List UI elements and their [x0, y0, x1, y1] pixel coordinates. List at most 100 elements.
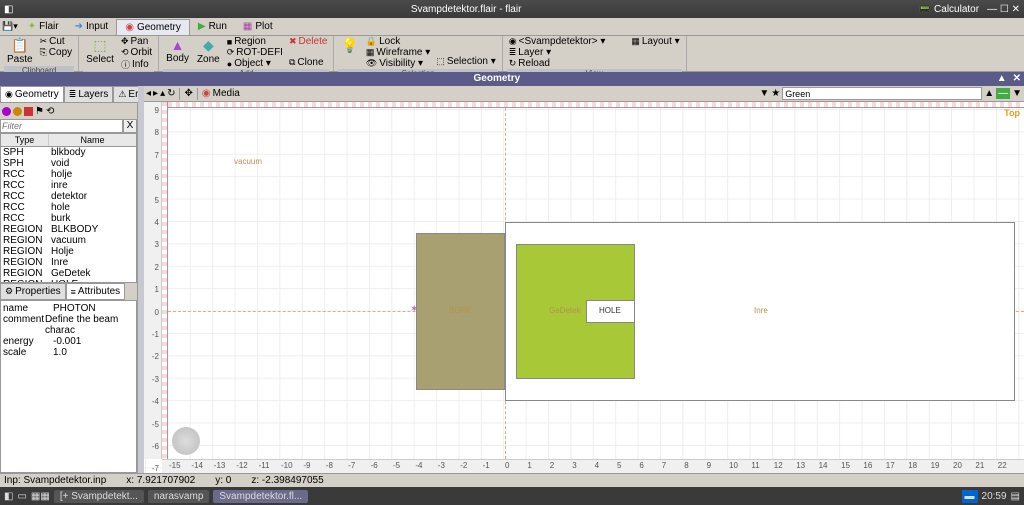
layer-button[interactable]: ≣ Layer ▾ [507, 47, 608, 58]
tray-flag-icon[interactable]: ▬ [962, 490, 978, 503]
color-menu-icon[interactable]: — [996, 88, 1010, 99]
zone-button[interactable]: ◆Zone [194, 36, 223, 66]
minimize-button[interactable]: — [987, 4, 997, 15]
list-row[interactable]: REGIONHolje [1, 246, 136, 257]
info-button[interactable]: ⓘ Info [119, 58, 154, 71]
list-row[interactable]: REGIONInre [1, 257, 136, 268]
filter-clear-button[interactable]: X [123, 119, 137, 133]
status-y: y: 0 [215, 475, 231, 486]
flag-icon[interactable]: ⚑ [35, 106, 44, 117]
view-dropdown[interactable]: ◉ <Svampdetektor> ▾ [507, 36, 608, 47]
body-button[interactable]: ▲Body [163, 36, 192, 65]
geometry-viewport[interactable]: 9876543210-1-2-3-4-5-6-7-8 -15-14-13-12-… [144, 102, 1024, 473]
tab-input[interactable]: ➜Input [67, 19, 117, 34]
lock-button[interactable]: 🔒 Lock [364, 36, 432, 47]
list-row[interactable]: REGIONvacuum [1, 235, 136, 246]
reload-button[interactable]: ↻ Reload [507, 58, 608, 69]
list-row[interactable]: RCCholje [1, 169, 136, 180]
list-row[interactable]: RCCinre [1, 180, 136, 191]
window-title: Svampdetektor.flair - flair [411, 4, 522, 15]
tab-run[interactable]: ▶Run [190, 19, 235, 34]
status-z: z: -2.398497055 [251, 475, 323, 486]
task-1[interactable]: [+ Svampdetekt... [54, 490, 144, 503]
main-tab-bar: 💾▾ ✦Flair ➜Input ◉Geometry ▶Run ▦Plot [0, 18, 1024, 36]
task-2[interactable]: narasvamp [148, 490, 209, 503]
save-icon[interactable]: 💾▾ [0, 21, 20, 32]
property-row[interactable]: commentDefine the beam charac [3, 314, 134, 336]
move-icon[interactable]: ✥ [184, 88, 192, 99]
shape-cone-icon[interactable] [2, 107, 11, 116]
selection-dropdown[interactable]: ⬚ Selection ▾ [434, 56, 497, 67]
label-burk: BURK [449, 306, 471, 315]
pan-button[interactable]: ✥ Pan [119, 36, 154, 47]
media-icon[interactable]: ◉ [202, 88, 211, 99]
visibility-button[interactable]: 👁 Visibility ▾ [364, 58, 432, 69]
panel-close-icon[interactable]: ✕ [1010, 72, 1024, 86]
list-row[interactable]: SPHblkbody [1, 147, 136, 158]
tray-menu-icon[interactable]: ▤ [1011, 491, 1020, 502]
tab-flair[interactable]: ✦Flair [20, 19, 67, 34]
left-panel: ◉ Geometry ≣ Layers ⚠ Errors ⚑ ⟲ X Type … [0, 86, 138, 473]
clock: 20:59 [982, 491, 1007, 502]
sidebar-tab-geometry[interactable]: ◉ Geometry [0, 86, 64, 103]
app-menu-icon[interactable]: ◧ [4, 4, 13, 15]
object-button[interactable]: ● Object ▾ [225, 58, 285, 69]
filter-input[interactable] [0, 119, 123, 133]
list-row[interactable]: SPHvoid [1, 158, 136, 169]
property-row[interactable]: scale1.0 [3, 347, 134, 358]
shape-toolbar: ⚑ ⟲ [0, 103, 137, 119]
label-hole: HOLE [599, 306, 621, 315]
wireframe-button[interactable]: ▦ Wireframe ▾ [364, 47, 432, 58]
geometry-panel-title: Geometry ▲ ✕ [0, 72, 1024, 86]
object-list[interactable]: SPHblkbodySPHvoidRCCholjeRCCinreRCCdetek… [0, 147, 137, 283]
os-taskbar: ◧ ▭ ▦▦ [+ Svampdetekt... narasvamp Svamp… [0, 487, 1024, 505]
nav-fwd-icon[interactable]: ▸ [153, 88, 158, 99]
clone-button[interactable]: ⧉ Clone [287, 57, 329, 68]
workspace-switcher[interactable]: ▦▦ [31, 491, 50, 502]
show-desktop-button[interactable]: ▭ [17, 491, 26, 502]
task-3[interactable]: Svampdetektor.fl... [213, 490, 308, 503]
sidebar-tab-layers[interactable]: ≣ Layers [64, 86, 114, 103]
paste-button[interactable]: 📋Paste [4, 36, 36, 66]
region-button[interactable]: ■ Region [225, 36, 285, 47]
copy-button[interactable]: ⎘ Copy [38, 47, 75, 58]
color-input[interactable] [782, 87, 982, 100]
tab-geometry[interactable]: ◉Geometry [116, 19, 190, 35]
status-bar: Inp: Svampdetektor.inp x: 7.921707902 y:… [0, 473, 1024, 487]
refresh-icon[interactable]: ⟲ [46, 106, 54, 117]
list-row[interactable]: REGIONBLKBODY [1, 224, 136, 235]
start-button[interactable]: ◧ [4, 491, 13, 502]
property-row[interactable]: namePHOTON [3, 303, 134, 314]
shape-sphere-icon[interactable] [13, 107, 22, 116]
property-row[interactable]: energy-0.001 [3, 336, 134, 347]
compass-icon[interactable] [172, 427, 200, 455]
maximize-button[interactable]: ☐ [1000, 4, 1009, 15]
tab-properties[interactable]: ⚙ Properties [0, 283, 66, 300]
rotdefi-button[interactable]: ⟳ ROT-DEFI [225, 47, 285, 58]
orbit-button[interactable]: ⟲ Orbit [119, 47, 154, 58]
nav-reload-icon[interactable]: ↻ [167, 88, 175, 99]
list-row[interactable]: RCCburk [1, 213, 136, 224]
layout-button[interactable]: ▦ Layout ▾ [629, 36, 681, 47]
properties-body: namePHOTONcommentDefine the beam charace… [0, 300, 137, 473]
list-row[interactable]: REGIONGeDetek [1, 268, 136, 279]
color-up-icon[interactable]: ▲ [984, 88, 994, 99]
calculator-button[interactable]: 📟 Calculator [919, 4, 979, 15]
nav-back-icon[interactable]: ◂ [146, 88, 151, 99]
status-inp: Inp: Svampdetektor.inp [4, 475, 106, 486]
list-row[interactable]: RCCdetektor [1, 191, 136, 202]
tab-attributes[interactable]: ≡ Attributes [66, 283, 126, 300]
os-titlebar: ◧ Svampdetektor.flair - flair 📟 Calculat… [0, 0, 1024, 18]
cut-button[interactable]: ✂ Cut [38, 36, 75, 47]
delete-button[interactable]: ✖ Delete [287, 36, 329, 47]
color-dd-icon[interactable]: ▼ [1012, 88, 1022, 99]
bulb-button[interactable]: 💡 [338, 36, 361, 55]
nav-up-icon[interactable]: ▴ [160, 88, 165, 99]
panel-up-icon[interactable]: ▲ [994, 72, 1010, 86]
select-button[interactable]: ⬚Select [83, 36, 117, 66]
list-row[interactable]: RCChole [1, 202, 136, 213]
close-button[interactable]: ✕ [1012, 4, 1020, 15]
ribbon: 📋Paste ✂ Cut ⎘ Copy Clipboard ⬚Select ✥ … [0, 36, 1024, 72]
shape-box-icon[interactable] [24, 107, 33, 116]
tab-plot[interactable]: ▦Plot [235, 19, 281, 34]
